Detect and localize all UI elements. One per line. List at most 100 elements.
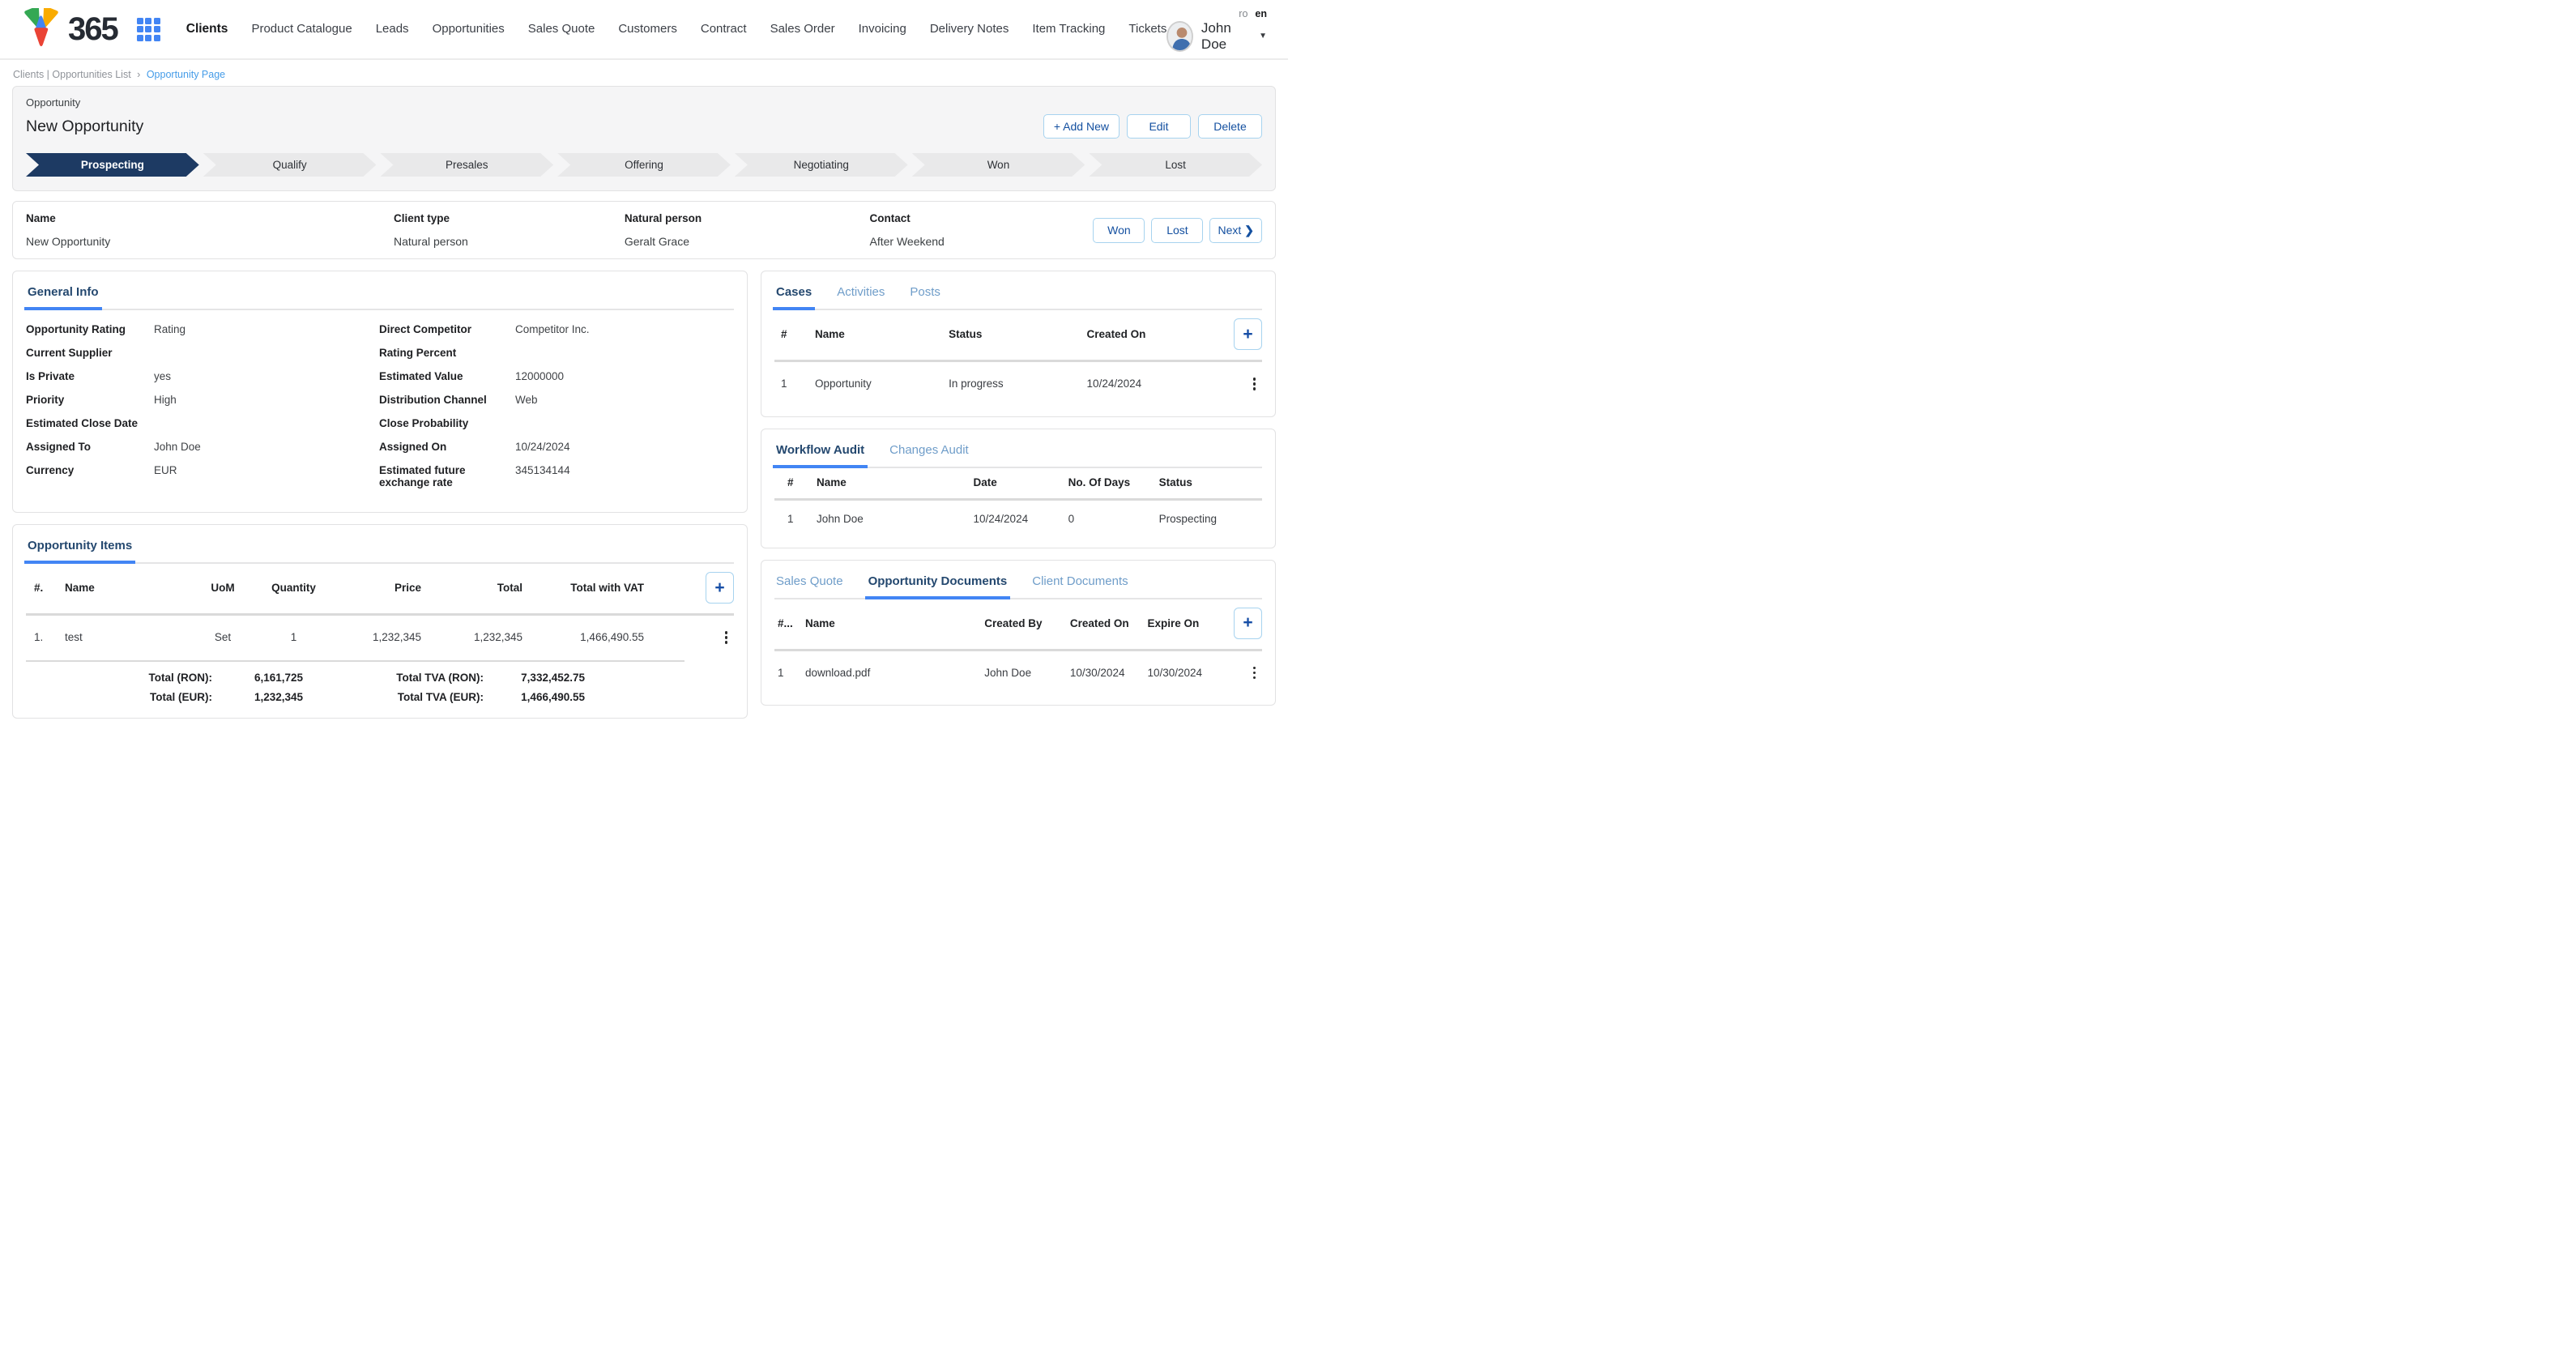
- won-button[interactable]: Won: [1093, 218, 1145, 243]
- document-row-menu-icon[interactable]: [1247, 663, 1263, 683]
- next-button[interactable]: Next❯: [1209, 218, 1262, 243]
- gi-value-priority: High: [154, 394, 373, 417]
- doc-created-on: 10/30/2024: [1070, 667, 1148, 679]
- general-info-tabs: General Info: [26, 282, 734, 310]
- stage-offering[interactable]: Offering: [557, 153, 731, 177]
- wf-name: John Doe: [817, 513, 974, 525]
- tab-opportunity-items[interactable]: Opportunity Items: [26, 535, 134, 562]
- nav-item-product-catalogue[interactable]: Product Catalogue: [251, 22, 352, 36]
- gi-label-exchange-rate: Estimated future exchange rate: [379, 464, 509, 499]
- nav-item-item-tracking[interactable]: Item Tracking: [1032, 22, 1105, 36]
- case-row-menu-icon[interactable]: [1247, 374, 1263, 394]
- doc-created-by: John Doe: [984, 667, 1070, 679]
- delete-button[interactable]: Delete: [1198, 114, 1262, 139]
- total-eur-value: 1,232,345: [212, 691, 303, 703]
- field-natural-person-label: Natural person: [625, 212, 870, 224]
- lost-button[interactable]: Lost: [1151, 218, 1203, 243]
- wf-col-name: Name: [817, 476, 974, 488]
- nav-item-invoicing[interactable]: Invoicing: [859, 22, 906, 36]
- edit-button[interactable]: Edit: [1127, 114, 1191, 139]
- tab-workflow-audit[interactable]: Workflow Audit: [774, 440, 866, 467]
- cases-col-num: #: [781, 328, 815, 340]
- item-row-menu-icon[interactable]: [719, 628, 735, 647]
- workflow-row[interactable]: 1 John Doe 10/24/2024 0 Prospecting: [774, 501, 1262, 535]
- docs-col-created-by: Created By: [984, 617, 1070, 629]
- tab-posts[interactable]: Posts: [908, 282, 942, 309]
- case-row[interactable]: 1 Opportunity In progress 10/24/2024: [774, 362, 1262, 403]
- stage-prospecting[interactable]: Prospecting: [26, 153, 199, 177]
- gi-label-estimated-close-date: Estimated Close Date: [26, 417, 147, 441]
- document-row[interactable]: 1 download.pdf John Doe 10/30/2024 10/30…: [774, 651, 1262, 693]
- items-totals: Total (RON): 6,161,725 Total TVA (RON): …: [26, 662, 734, 705]
- next-arrow-icon: ❯: [1244, 224, 1254, 237]
- stage-lost[interactable]: Lost: [1089, 153, 1262, 177]
- stage-won[interactable]: Won: [912, 153, 1085, 177]
- wf-date: 10/24/2024: [974, 513, 1068, 525]
- logo-text: 365: [68, 13, 117, 45]
- language-en[interactable]: en: [1255, 8, 1267, 19]
- cases-tabs: Cases Activities Posts: [774, 282, 1262, 310]
- breadcrumb-path[interactable]: Clients | Opportunities List: [13, 69, 131, 80]
- tab-opportunity-documents[interactable]: Opportunity Documents: [867, 571, 1009, 598]
- nav-item-leads[interactable]: Leads: [376, 22, 409, 36]
- gi-value-opportunity-rating: Rating: [154, 323, 373, 347]
- nav-item-clients[interactable]: Clients: [186, 22, 228, 36]
- total-ron-label: Total (RON):: [103, 672, 212, 684]
- nav-item-opportunities[interactable]: Opportunities: [433, 22, 505, 36]
- docs-col-num: #...: [778, 617, 805, 629]
- nav-item-tickets[interactable]: Tickets: [1128, 22, 1166, 36]
- gi-label-assigned-on: Assigned On: [379, 441, 509, 464]
- gi-label-priority: Priority: [26, 394, 147, 417]
- gi-label-estimated-value: Estimated Value: [379, 370, 509, 394]
- wf-col-days: No. Of Days: [1068, 476, 1159, 488]
- gi-value-is-private: yes: [154, 370, 373, 394]
- breadcrumb: Clients | Opportunities List › Opportuni…: [0, 60, 1288, 86]
- nav-item-sales-quote[interactable]: Sales Quote: [528, 22, 595, 36]
- total-tva-ron-value: 7,332,452.75: [484, 672, 585, 684]
- cases-table-header: # Name Status Created On +: [774, 310, 1262, 360]
- gi-value-direct-competitor: Competitor Inc.: [515, 323, 734, 347]
- stage-negotiating[interactable]: Negotiating: [735, 153, 908, 177]
- tab-general-info[interactable]: General Info: [26, 282, 100, 309]
- tab-activities[interactable]: Activities: [835, 282, 886, 309]
- tab-cases[interactable]: Cases: [774, 282, 813, 309]
- gi-value-exchange-rate: 345134144: [515, 464, 734, 499]
- nav-item-contract[interactable]: Contract: [701, 22, 747, 36]
- add-document-button[interactable]: +: [1234, 608, 1262, 639]
- tab-client-documents[interactable]: Client Documents: [1030, 571, 1129, 598]
- stage-qualify[interactable]: Qualify: [203, 153, 377, 177]
- tab-sales-quote[interactable]: Sales Quote: [774, 571, 845, 598]
- general-info-panel: General Info Opportunity Rating Rating D…: [12, 271, 748, 513]
- tab-changes-audit[interactable]: Changes Audit: [888, 440, 970, 467]
- add-new-button[interactable]: + Add New: [1043, 114, 1120, 139]
- nav-item-sales-order[interactable]: Sales Order: [770, 22, 835, 36]
- doc-num: 1: [778, 667, 805, 679]
- user-menu[interactable]: John Doe ▼: [1166, 20, 1267, 53]
- app-logo[interactable]: 365: [21, 8, 117, 50]
- breadcrumb-current[interactable]: Opportunity Page: [147, 69, 225, 80]
- apps-grid-icon[interactable]: [137, 18, 160, 41]
- items-col-name: Name: [65, 582, 186, 594]
- language-ro[interactable]: ro: [1239, 8, 1247, 19]
- add-case-button[interactable]: +: [1234, 318, 1262, 350]
- stage-actions: Won Lost Next❯: [1093, 218, 1262, 243]
- nav-item-customers[interactable]: Customers: [618, 22, 677, 36]
- items-col-quantity: Quantity: [259, 582, 328, 594]
- field-name-value: New Opportunity: [26, 235, 394, 248]
- gi-value-estimated-close-date: [154, 417, 373, 441]
- items-col-price: Price: [328, 582, 421, 594]
- field-contact-label: Contact: [870, 212, 1094, 224]
- header-actions: + Add New Edit Delete: [1043, 114, 1262, 139]
- items-col-num: #.: [34, 582, 65, 594]
- item-row[interactable]: 1. test Set 1 1,232,345 1,232,345 1,466,…: [26, 616, 734, 657]
- stage-presales[interactable]: Presales: [380, 153, 553, 177]
- opportunity-header-card: Opportunity New Opportunity + Add New Ed…: [12, 86, 1276, 191]
- gi-label-is-private: Is Private: [26, 370, 147, 394]
- nav-item-delivery-notes[interactable]: Delivery Notes: [930, 22, 1009, 36]
- breadcrumb-separator: ›: [137, 69, 140, 80]
- logo-petals-icon: [21, 8, 62, 50]
- wf-col-date: Date: [974, 476, 1068, 488]
- add-item-button[interactable]: +: [706, 572, 734, 604]
- item-price: 1,232,345: [328, 631, 421, 643]
- gi-value-distribution-channel: Web: [515, 394, 734, 417]
